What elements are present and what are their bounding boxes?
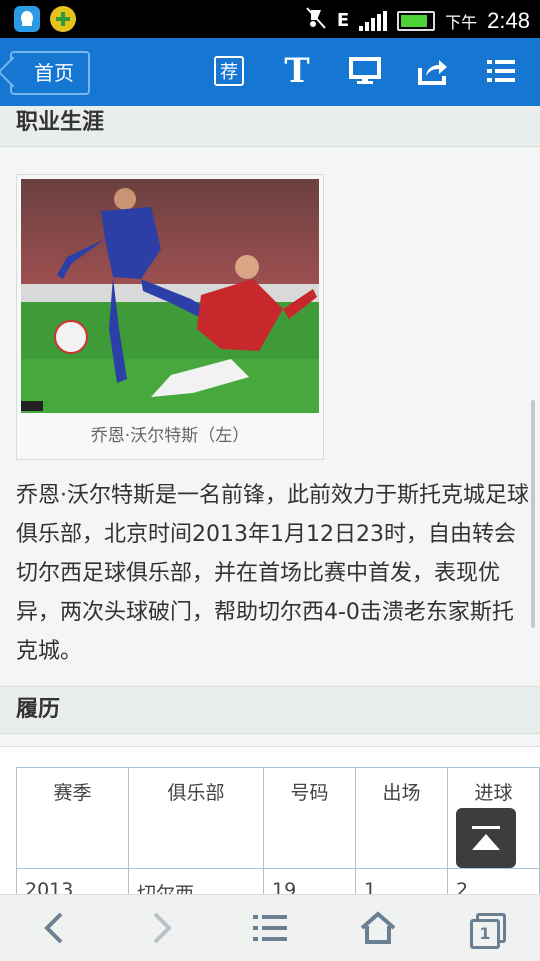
cell-number: 19 [263, 868, 356, 894]
bottom-navigation: 1 [0, 894, 540, 961]
menu-list-button[interactable] [216, 895, 324, 961]
article-content: 职业生涯 乔恩·沃尔特斯（左） 乔恩·沃尔特斯是一名前锋，此前效力于斯托克城足球… [0, 106, 540, 894]
home-nav-button[interactable] [324, 895, 432, 961]
battery-icon [397, 10, 436, 31]
scroll-to-top-button[interactable] [456, 808, 516, 868]
cell-appearances: 1 [355, 868, 448, 894]
status-bar: E 下午 2:48 [0, 0, 540, 38]
screen-icon[interactable] [346, 52, 384, 90]
share-icon[interactable] [414, 52, 452, 90]
cell-goals: 2 [447, 868, 540, 894]
home-button[interactable]: 首页 [10, 51, 90, 95]
home-icon [360, 911, 396, 944]
recommend-icon[interactable]: 荐 [210, 52, 248, 90]
chevron-right-icon [153, 912, 172, 944]
text-size-icon[interactable]: T [278, 51, 316, 91]
photo-caption: 乔恩·沃尔特斯（左） [90, 426, 250, 446]
browser-toolbar: 首页 荐 T [0, 38, 540, 106]
chevron-left-icon [44, 912, 63, 944]
tabs-icon: 1 [468, 911, 506, 949]
col-season: 赛季 [16, 767, 129, 869]
forward-button[interactable] [108, 895, 216, 961]
tab-count: 1 [470, 919, 500, 949]
scrollbar[interactable] [531, 400, 535, 628]
qq-notification-icon [14, 6, 40, 32]
status-time: 2:48 [487, 7, 530, 33]
career-paragraph: 乔恩·沃尔特斯是一名前锋，此前效力于斯托克城足球俱乐部，北京时间2013年1月1… [16, 483, 529, 664]
section-heading-history: 履历 [0, 686, 540, 734]
player-figure[interactable]: 乔恩·沃尔特斯（左） [16, 174, 324, 460]
security-app-icon [50, 6, 76, 32]
list-icon [253, 915, 287, 941]
cell-season: 2013 [16, 868, 129, 894]
signal-icon [359, 10, 388, 31]
menu-icon[interactable] [482, 52, 520, 90]
col-appearances: 出场 [355, 767, 448, 869]
tabs-button[interactable]: 1 [432, 895, 540, 961]
network-type: E [336, 10, 350, 31]
back-button[interactable] [0, 895, 108, 961]
status-ampm: 下午 [445, 12, 478, 32]
section-heading-career: 职业生涯 [0, 106, 540, 147]
col-number: 号码 [263, 767, 356, 869]
player-photo[interactable] [21, 179, 319, 413]
col-club: 俱乐部 [128, 767, 264, 869]
mute-icon [305, 6, 327, 35]
cell-club: 切尔西 [128, 868, 264, 894]
table-row: 2013 切尔西 19 1 2 [16, 868, 540, 894]
